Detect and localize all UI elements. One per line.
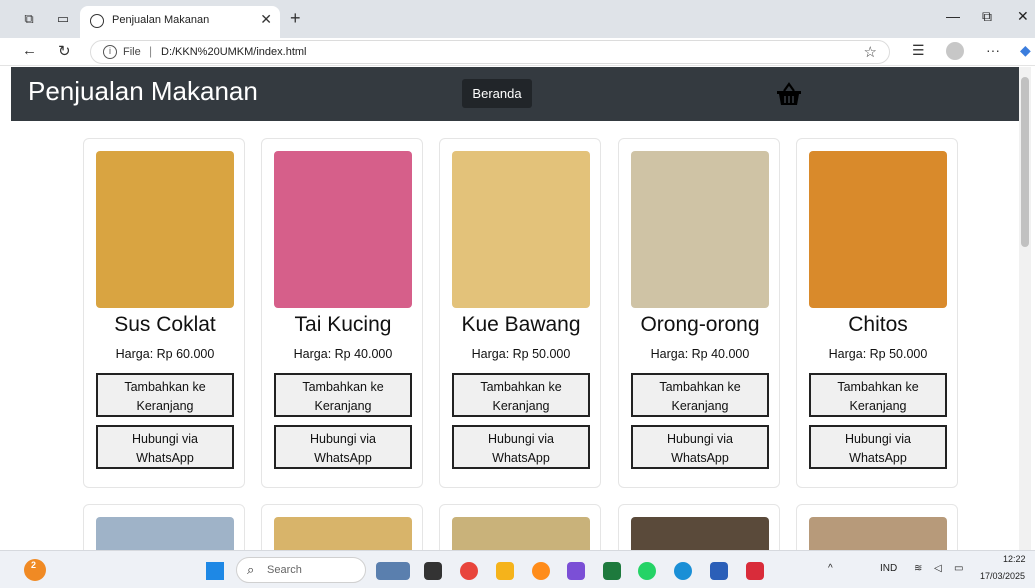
web-page: Penjualan Makanan Beranda Sus Coklat Harg… xyxy=(11,67,1030,550)
globe-icon xyxy=(90,14,104,28)
tray-chevron-icon[interactable]: ^ xyxy=(828,563,833,574)
search-placeholder: Search xyxy=(267,564,302,576)
close-window-button[interactable]: ✕ xyxy=(1017,8,1029,25)
task-view-icon[interactable] xyxy=(424,562,442,580)
new-tab-button[interactable]: + xyxy=(290,8,301,29)
add-to-cart-button[interactable]: Tambahkan ke Keranjang xyxy=(452,373,590,417)
scrollbar-thumb[interactable] xyxy=(1021,77,1029,247)
address-bar-row: ← ↻ i File | D:/KKN%20UMKM/index.html ☆ … xyxy=(0,38,1035,66)
favorite-star-icon[interactable]: ☆ xyxy=(864,43,877,61)
back-icon[interactable]: ← xyxy=(22,42,37,59)
product-name: Chitos xyxy=(848,313,908,336)
add-to-cart-button[interactable]: Tambahkan ke Keranjang xyxy=(96,373,234,417)
product-card: Chitos Harga: Rp 50.000 Tambahkan ke Keran… xyxy=(796,138,958,488)
battery-icon[interactable]: ▭ xyxy=(954,563,963,574)
product-card xyxy=(618,504,780,550)
home-nav-button[interactable]: Beranda xyxy=(462,79,532,108)
weather-badge: 2 xyxy=(31,560,37,570)
add-to-cart-button[interactable]: Tambahkan ke Keranjang xyxy=(809,373,947,417)
product-image xyxy=(809,151,947,308)
product-image xyxy=(631,151,769,308)
product-image xyxy=(274,517,412,550)
browser-tab-bar: ⧉ ▭ Penjualan Makanan ✕ + — ⧉ ✕ xyxy=(0,0,1035,38)
product-price: Harga: Rp 60.000 xyxy=(115,347,215,361)
taskbar-search[interactable]: ⌕ Search xyxy=(236,557,366,583)
url-text[interactable]: D:/KKN%20UMKM/index.html xyxy=(161,46,307,58)
clock-date[interactable]: 17/03/2025 xyxy=(980,571,1025,581)
whatsapp-contact-button[interactable]: Hubungi via WhatsApp xyxy=(274,425,412,469)
product-image xyxy=(452,151,590,308)
whatsapp-contact-button[interactable]: Hubungi via WhatsApp xyxy=(631,425,769,469)
info-icon[interactable]: i xyxy=(103,45,117,59)
add-to-cart-button[interactable]: Tambahkan ke Keranjang xyxy=(631,373,769,417)
product-card: Sus Coklat Harga: Rp 60.000 Tambahkan ke K… xyxy=(83,138,245,488)
product-card xyxy=(439,504,601,550)
add-to-cart-button[interactable]: Tambahkan ke Keranjang xyxy=(274,373,412,417)
url-field[interactable]: i File | D:/KKN%20UMKM/index.html ☆ xyxy=(90,40,890,64)
product-name: Tai Kucing xyxy=(294,313,392,336)
workspaces-icon[interactable]: ⧉ xyxy=(20,10,38,28)
excel-icon[interactable] xyxy=(603,562,621,580)
site-navbar: Penjualan Makanan Beranda xyxy=(11,67,1030,121)
product-card: Orong-orong Harga: Rp 40.000 Tambahkan ke … xyxy=(618,138,780,488)
page-scrollbar[interactable] xyxy=(1019,67,1031,550)
product-image xyxy=(809,517,947,550)
product-name: Sus Coklat xyxy=(114,313,216,336)
weather-search-icon[interactable] xyxy=(376,562,410,580)
product-price: Harga: Rp 40.000 xyxy=(293,347,393,361)
product-card: Kue Bawang Harga: Rp 50.000 Tambahkan ke K… xyxy=(439,138,601,488)
product-price: Harga: Rp 50.000 xyxy=(828,347,928,361)
tab-close-button[interactable]: ✕ xyxy=(260,11,272,28)
tab-actions-icon[interactable]: ▭ xyxy=(54,10,72,28)
copilot-icon[interactable]: ◆ xyxy=(1020,42,1031,59)
chrome-icon[interactable] xyxy=(460,562,478,580)
language-indicator[interactable]: IND xyxy=(880,563,897,574)
product-card xyxy=(796,504,958,550)
volume-icon[interactable]: ◁ xyxy=(934,563,942,574)
start-icon[interactable] xyxy=(206,562,224,580)
product-image xyxy=(96,151,234,308)
product-name: Orong-orong xyxy=(640,313,760,336)
whatsapp-contact-button[interactable]: Hubungi via WhatsApp xyxy=(452,425,590,469)
product-price: Harga: Rp 40.000 xyxy=(650,347,750,361)
wifi-icon[interactable]: ≋ xyxy=(914,563,922,574)
more-menu-icon[interactable]: ··· xyxy=(986,42,1000,58)
product-name: Kue Bawang xyxy=(461,313,581,336)
whatsapp-contact-button[interactable]: Hubungi via WhatsApp xyxy=(809,425,947,469)
favorites-list-icon[interactable]: ☰ xyxy=(912,42,925,59)
clock-time[interactable]: 12:22 xyxy=(1003,554,1026,564)
url-scheme-label: File xyxy=(123,46,141,58)
product-card: Tai Kucing Harga: Rp 40.000 Tambahkan ke K… xyxy=(261,138,423,488)
file-explorer-icon[interactable] xyxy=(496,562,514,580)
product-card xyxy=(261,504,423,550)
product-image xyxy=(631,517,769,550)
shopping-basket-icon[interactable] xyxy=(775,81,803,107)
product-card xyxy=(83,504,245,550)
site-brand[interactable]: Penjualan Makanan xyxy=(28,76,258,107)
browser-tab-active[interactable]: Penjualan Makanan ✕ xyxy=(80,6,280,38)
product-image xyxy=(96,517,234,550)
edge-icon[interactable] xyxy=(674,562,692,580)
refresh-icon[interactable]: ↻ xyxy=(58,42,71,60)
word-icon[interactable] xyxy=(710,562,728,580)
whatsapp-icon[interactable] xyxy=(638,562,656,580)
restore-button[interactable]: ⧉ xyxy=(982,8,992,25)
whatsapp-contact-button[interactable]: Hubungi via WhatsApp xyxy=(96,425,234,469)
tab-title: Penjualan Makanan xyxy=(112,14,210,26)
windows-taskbar: 2 ⌕ Search ^ IND ≋ ◁ ▭ 12:22 17/03/2025 xyxy=(0,550,1035,588)
search-icon: ⌕ xyxy=(247,562,255,577)
copilot-app-icon[interactable] xyxy=(567,562,585,580)
product-price: Harga: Rp 50.000 xyxy=(471,347,571,361)
minimize-button[interactable]: — xyxy=(946,8,960,24)
app-icon[interactable] xyxy=(532,562,550,580)
profile-avatar[interactable] xyxy=(946,42,964,60)
url-separator: | xyxy=(149,44,153,58)
app2-icon[interactable] xyxy=(746,562,764,580)
product-image xyxy=(274,151,412,308)
product-image xyxy=(452,517,590,550)
